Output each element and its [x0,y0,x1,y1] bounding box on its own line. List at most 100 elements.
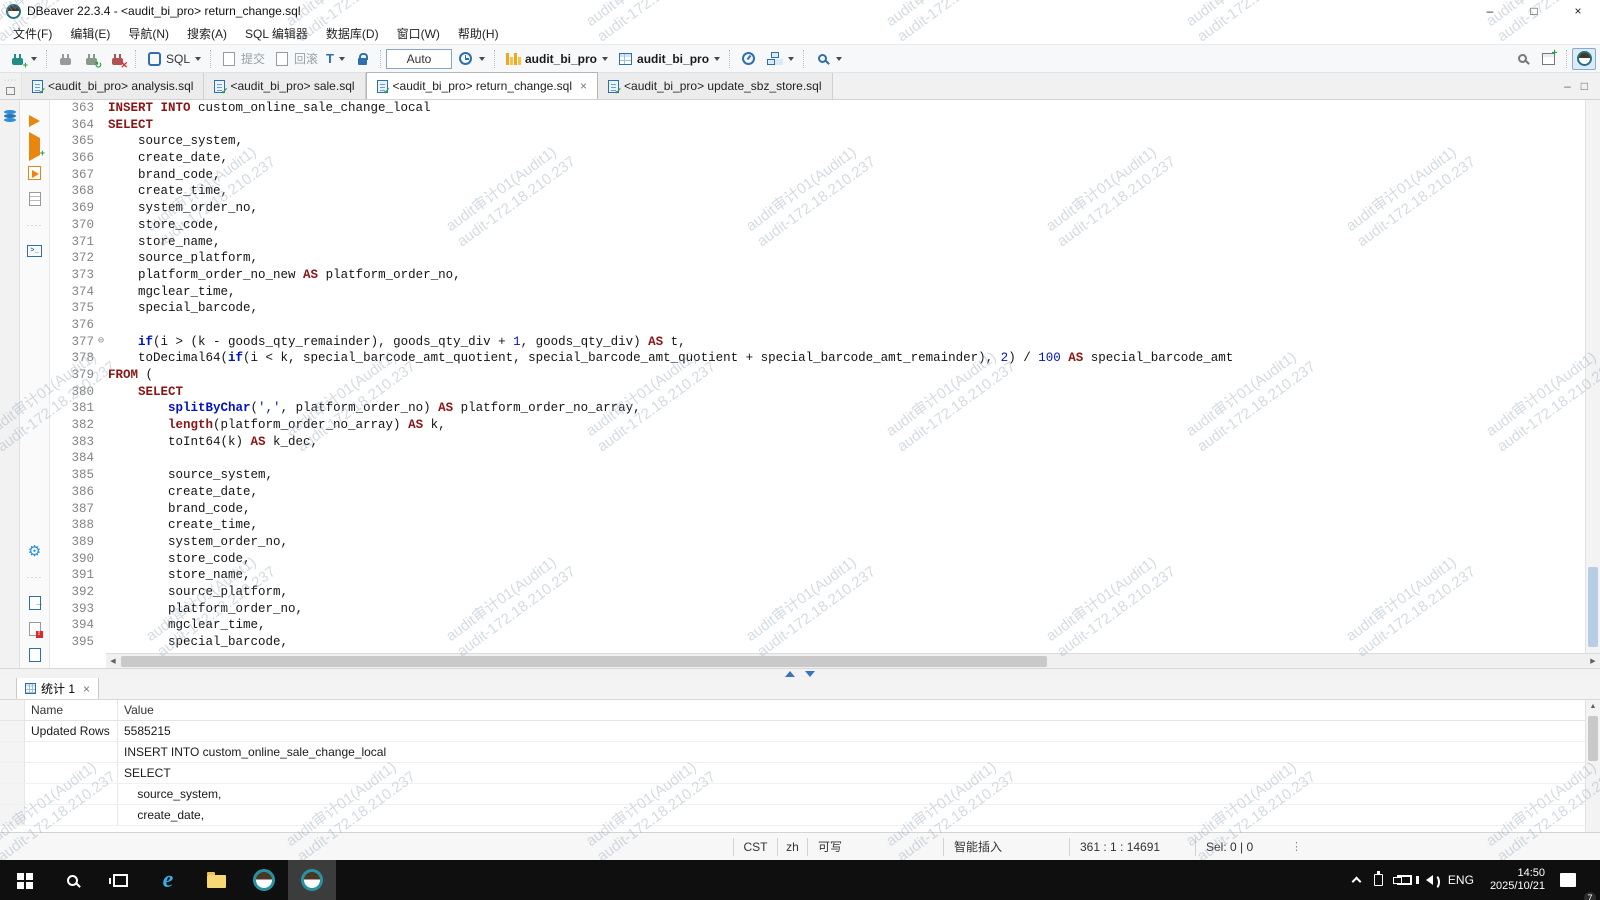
code-line[interactable]: 366 create_date, [50,150,1600,167]
menu-item[interactable]: SQL 编辑器 [236,23,317,44]
scroll-right-icon[interactable]: ▶ [1586,657,1600,665]
menu-item[interactable]: 导航(N) [119,23,178,44]
database-navigator-icon[interactable] [4,110,16,114]
table-row[interactable]: SELECT [0,763,1600,784]
stats-tab[interactable]: 统计 1 × [16,678,99,699]
scrollbar-thumb[interactable] [1588,716,1598,761]
execute-statement-button[interactable] [20,108,49,134]
execution-plan-button[interactable] [761,48,798,70]
display-tray-button[interactable] [1390,860,1419,900]
code-line[interactable]: 380 SELECT [50,384,1600,401]
code-line[interactable]: 370 store_code, [50,217,1600,234]
editor-tab[interactable]: <audit_bi_pro> update_sbz_store.sql [598,73,832,99]
schema-selector[interactable]: audit_bi_pro [612,48,724,70]
transaction-log-button[interactable] [452,48,489,70]
menu-item[interactable]: 数据库(D) [317,23,388,44]
table-row[interactable]: create_date, [0,805,1600,826]
code-line[interactable]: 374 mgclear_time, [50,284,1600,301]
new-connection-button[interactable]: + [4,48,41,70]
close-button[interactable]: × [1556,0,1600,22]
clock-button[interactable]: 14:502025/10/21 [1482,867,1553,893]
status-item[interactable]: 可写 [807,838,943,856]
code-line[interactable]: 379FROM ( [50,367,1600,384]
output-log-button[interactable]: ! [20,616,49,642]
code-line[interactable]: 369 system_order_no, [50,200,1600,217]
code-line[interactable]: 390 store_code, [50,551,1600,568]
code-line[interactable]: 383 toInt64(k) AS k_dec, [50,434,1600,451]
kebab-icon[interactable]: ⋮ [1291,840,1302,853]
dbeaver-taskbar-button-active[interactable] [288,860,336,900]
reconnect-button[interactable]: ↻ [78,48,104,70]
code-line[interactable]: 385 source_system, [50,467,1600,484]
code-line[interactable]: 373 platform_order_no_new AS platform_or… [50,267,1600,284]
restore-view-icon[interactable] [6,87,15,95]
sql-editor-button[interactable]: SQL [141,48,205,70]
code-line[interactable]: 376 [50,317,1600,334]
search-button[interactable] [809,48,846,70]
connect-button[interactable] [52,48,78,70]
input-language-button[interactable]: ENG [1440,873,1482,887]
code-line[interactable]: 389 system_order_no, [50,534,1600,551]
menu-item[interactable]: 编辑(E) [61,23,119,44]
start-button[interactable] [0,860,48,900]
vertical-scrollbar[interactable] [1585,100,1600,653]
action-center-button[interactable]: 7 [1553,860,1590,900]
editor-tab[interactable]: <audit_bi_pro> sale.sql [204,73,365,99]
execute-script-button[interactable] [20,160,49,186]
panel-sash[interactable] [0,668,1600,678]
rollback-button[interactable]: 回滚 [269,48,322,70]
table-row[interactable]: source_system, [0,784,1600,805]
lock-button[interactable] [349,48,375,70]
explain-plan-button[interactable] [20,186,49,212]
status-item[interactable]: 361 : 1 : 14691 [1069,838,1195,856]
code-line[interactable]: 372 source_platform, [50,250,1600,267]
scroll-up-icon[interactable]: ▲ [1586,700,1600,710]
maximize-view-icon[interactable]: □ [1581,79,1588,93]
code-line[interactable]: 394 mgclear_time, [50,617,1600,634]
open-perspective-button[interactable] [1535,48,1561,70]
editor-tab[interactable]: <audit_bi_pro> analysis.sql [22,73,204,99]
menu-item[interactable]: 帮助(H) [449,23,508,44]
dbeaver-taskbar-button[interactable] [240,860,288,900]
disconnect-button[interactable]: ✕ [104,48,130,70]
file-explorer-button[interactable] [192,860,240,900]
menu-item[interactable]: 搜索(A) [178,23,236,44]
code-line[interactable]: 393 platform_order_no, [50,601,1600,618]
close-tab-icon[interactable]: × [83,682,90,696]
scrollbar-thumb[interactable] [121,656,1047,667]
code-line[interactable]: 387 brand_code, [50,501,1600,518]
code-line[interactable]: 391 store_name, [50,567,1600,584]
commit-button[interactable]: 提交 [216,48,269,70]
close-tab-icon[interactable]: × [580,79,587,93]
column-header-value[interactable]: Value [118,700,1600,720]
code-line[interactable]: 371 store_name, [50,234,1600,251]
dashboard-button[interactable] [735,48,761,70]
taskbar-search-button[interactable] [48,860,96,900]
scrollbar-thumb[interactable] [1588,567,1598,647]
editor-tab[interactable]: <audit_bi_pro> return_change.sql× [366,72,598,99]
status-item[interactable]: zh [777,838,807,856]
code-line[interactable]: 392 source_platform, [50,584,1600,601]
code-line[interactable]: 386 create_date, [50,484,1600,501]
code-line[interactable]: 388 create_time, [50,517,1600,534]
scroll-left-icon[interactable]: ◀ [106,657,120,665]
usb-tray-button[interactable] [1367,860,1390,900]
status-item[interactable]: 智能插入 [943,838,1069,856]
dbeaver-perspective-toggle[interactable] [1572,48,1596,70]
code-line[interactable]: 375 special_barcode, [50,300,1600,317]
export-result-button[interactable] [20,590,49,616]
menu-item[interactable]: 文件(F) [4,23,61,44]
code-line[interactable]: 381 splitByChar(',', platform_order_no) … [50,400,1600,417]
execute-new-tab-button[interactable]: + [20,134,49,160]
code-line[interactable]: 364SELECT [50,117,1600,134]
maximize-button[interactable]: □ [1512,0,1556,22]
code-line[interactable]: 363INSERT INTO custom_online_sale_change… [50,100,1600,117]
code-lines[interactable]: 363INSERT INTO custom_online_sale_change… [50,100,1600,653]
minimize-panel-icon[interactable] [805,671,815,677]
code-line[interactable]: 395 special_barcode, [50,634,1600,651]
status-item[interactable]: CST [733,838,777,856]
quick-search-button[interactable] [1509,48,1535,70]
code-line[interactable]: 365 source_system, [50,133,1600,150]
script-file-button[interactable] [20,642,49,668]
menu-item[interactable]: 窗口(W) [388,23,449,44]
